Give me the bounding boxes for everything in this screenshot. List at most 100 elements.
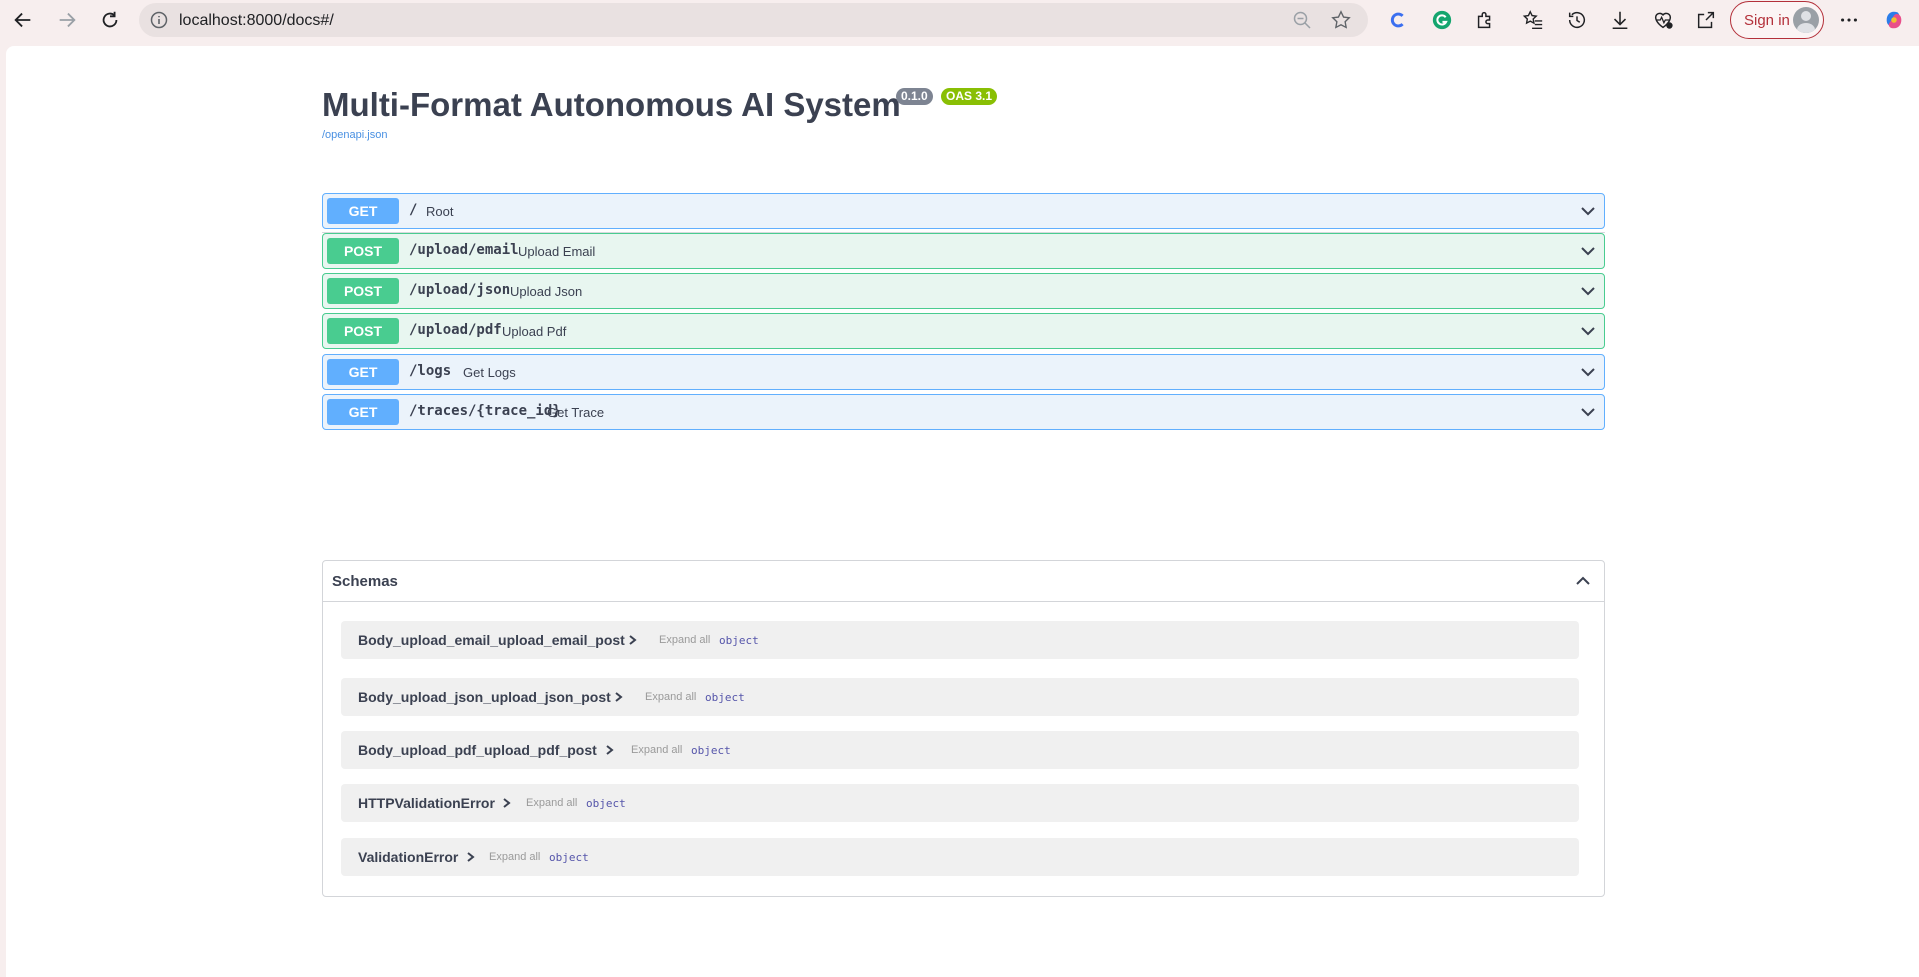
c-extension-icon xyxy=(1390,12,1404,28)
chevron-right-icon[interactable] xyxy=(613,690,625,704)
extension-c-button[interactable] xyxy=(1382,4,1414,36)
chevron-right-icon[interactable] xyxy=(501,796,513,810)
chevron-down-icon[interactable] xyxy=(1578,241,1598,261)
operation-get-trace[interactable]: GET /traces/{trace_id} Get Trace xyxy=(322,394,1605,430)
operation-path: /traces/{trace_id} xyxy=(409,403,561,419)
chevron-down-icon[interactable] xyxy=(1578,281,1598,301)
schema-name[interactable]: Body_upload_email_upload_email_post xyxy=(358,632,625,648)
method-badge: POST xyxy=(327,278,399,304)
operation-path: / xyxy=(409,202,418,218)
operation-post-upload-json[interactable]: POST /upload/json Upload Json xyxy=(322,273,1605,309)
operation-summary: Upload Json xyxy=(510,284,583,299)
schemas-title: Schemas xyxy=(332,573,398,590)
method-badge: GET xyxy=(327,359,399,385)
reload-button[interactable] xyxy=(94,4,126,36)
operation-post-upload-pdf[interactable]: POST /upload/pdf Upload Pdf xyxy=(322,313,1605,349)
operation-path: /upload/pdf xyxy=(409,322,502,338)
back-button[interactable] xyxy=(7,4,39,36)
forward-button[interactable] xyxy=(51,4,83,36)
heart-pulse-icon xyxy=(1654,12,1673,29)
chevron-right-icon[interactable] xyxy=(627,633,639,647)
site-info-icon[interactable] xyxy=(149,10,169,30)
more-dots-icon xyxy=(1841,18,1857,22)
operation-path: /logs xyxy=(409,363,452,379)
chevron-down-icon[interactable] xyxy=(1578,321,1598,341)
forward-arrow-icon xyxy=(59,12,76,28)
schemas-section: Schemas Body_upload_email_upload_email_p… xyxy=(322,560,1605,897)
schema-type: object xyxy=(719,634,759,647)
expand-all-link[interactable]: Expand all xyxy=(489,851,540,863)
method-badge: GET xyxy=(327,198,399,224)
url-text[interactable]: localhost:8000/docs#/ xyxy=(179,12,334,30)
page-title: Multi-Format Autonomous AI System xyxy=(322,86,901,123)
operation-summary: Upload Pdf xyxy=(502,324,567,339)
method-badge: POST xyxy=(327,318,399,344)
chevron-down-icon[interactable] xyxy=(1578,402,1598,422)
operation-path: /upload/json xyxy=(409,282,511,298)
share-icon xyxy=(1697,11,1715,29)
expand-all-link[interactable]: Expand all xyxy=(526,797,577,809)
health-button[interactable] xyxy=(1647,4,1679,36)
method-badge: POST xyxy=(327,238,399,264)
operation-summary: Get Trace xyxy=(547,405,605,420)
operation-summary: Upload Email xyxy=(518,244,596,259)
expand-all-link[interactable]: Expand all xyxy=(645,691,696,703)
more-options-button[interactable] xyxy=(1833,4,1865,36)
favorites-button[interactable] xyxy=(1517,4,1549,36)
schema-name[interactable]: HTTPValidationError xyxy=(358,795,495,811)
sign-in-label: Sign in xyxy=(1744,12,1790,29)
expand-all-link[interactable]: Expand all xyxy=(659,634,710,646)
copilot-icon xyxy=(1886,11,1902,29)
favorites-list-icon xyxy=(1522,10,1543,29)
extensions-button[interactable] xyxy=(1469,4,1501,36)
operation-get-logs[interactable]: GET /logs Get Logs xyxy=(322,354,1605,390)
schema-model[interactable]: Body_upload_pdf_upload_pdf_post Expand a… xyxy=(341,731,1579,769)
zoom-out-icon[interactable] xyxy=(1292,10,1312,30)
history-icon xyxy=(1568,12,1586,29)
chevron-down-icon[interactable] xyxy=(1578,362,1598,382)
chevron-right-icon[interactable] xyxy=(604,743,616,757)
openapi-json-link[interactable]: /openapi.json xyxy=(322,129,387,141)
chevron-right-icon[interactable] xyxy=(465,850,477,864)
history-button[interactable] xyxy=(1561,4,1593,36)
swagger-page: Multi-Format Autonomous AI System 0.1.0 … xyxy=(6,46,1919,977)
schemas-header[interactable]: Schemas xyxy=(323,561,1604,602)
avatar-icon xyxy=(1793,7,1819,33)
schema-model[interactable]: Body_upload_json_upload_json_post Expand… xyxy=(341,678,1579,716)
copilot-button[interactable] xyxy=(1878,4,1910,36)
download-icon xyxy=(1612,11,1628,30)
grammarly-button[interactable] xyxy=(1426,4,1458,36)
back-arrow-icon xyxy=(14,12,31,28)
operation-summary: Get Logs xyxy=(463,365,516,380)
operation-post-upload-email[interactable]: POST /upload/email Upload Email xyxy=(322,233,1605,269)
schema-type: object xyxy=(705,691,745,704)
favorite-star-icon[interactable] xyxy=(1330,9,1352,31)
reload-icon xyxy=(102,11,118,28)
downloads-button[interactable] xyxy=(1604,4,1636,36)
browser-toolbar: localhost:8000/docs#/ Sign in xyxy=(0,0,1919,40)
schema-name[interactable]: Body_upload_pdf_upload_pdf_post xyxy=(358,742,597,758)
info-header: Multi-Format Autonomous AI System xyxy=(322,86,901,124)
schema-name[interactable]: ValidationError xyxy=(358,849,458,865)
schema-model[interactable]: ValidationError Expand all object xyxy=(341,838,1579,876)
share-button[interactable] xyxy=(1690,4,1722,36)
schema-type: object xyxy=(586,797,626,810)
oas-badge: OAS 3.1 xyxy=(941,88,998,105)
sign-in-button[interactable]: Sign in xyxy=(1730,1,1824,39)
schema-model[interactable]: Body_upload_email_upload_email_post Expa… xyxy=(341,621,1579,659)
puzzle-icon xyxy=(1477,11,1491,29)
address-bar[interactable]: localhost:8000/docs#/ xyxy=(139,3,1368,37)
version-badge: 0.1.0 xyxy=(896,88,933,105)
schema-model[interactable]: HTTPValidationError Expand all object xyxy=(341,784,1579,822)
operation-path: /upload/email xyxy=(409,242,519,258)
schema-type: object xyxy=(691,744,731,757)
expand-all-link[interactable]: Expand all xyxy=(631,744,682,756)
operation-summary: Root xyxy=(426,204,454,219)
grammarly-icon xyxy=(1432,10,1452,30)
chevron-up-icon[interactable] xyxy=(1573,571,1593,591)
schema-name[interactable]: Body_upload_json_upload_json_post xyxy=(358,689,611,705)
method-badge: GET xyxy=(327,399,399,425)
schema-type: object xyxy=(549,851,589,864)
operation-get-root[interactable]: GET / Root xyxy=(322,193,1605,229)
chevron-down-icon[interactable] xyxy=(1578,201,1598,221)
